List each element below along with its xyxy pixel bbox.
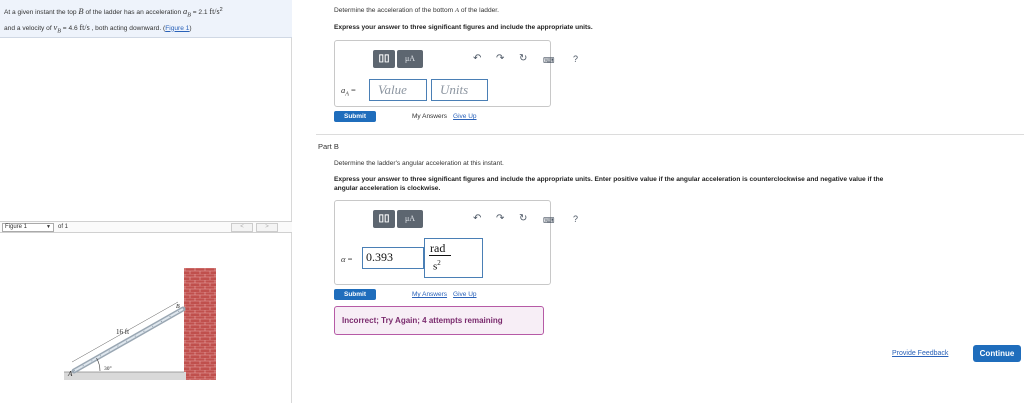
chevron-down-icon: ▼	[46, 224, 51, 230]
problem-line-2: and a velocity of vB = 4.6 ft/s , both a…	[4, 22, 288, 37]
part-b-value-input[interactable]: 0.393	[362, 247, 424, 269]
length-label: 16 ft	[116, 328, 129, 336]
problem-text: )	[189, 24, 192, 32]
part-b-submit-button[interactable]: Submit	[334, 289, 376, 300]
my-answers-link[interactable]: My Answers	[412, 291, 447, 298]
incorrect-feedback-message: Incorrect; Try Again; 4 attempts remaini…	[334, 306, 544, 335]
figure-select-value: Figure 1	[5, 224, 28, 230]
part-b-toolbar: ▯▯ μA ↶ ↷ ↻ ⌨ ?	[373, 210, 585, 230]
templates-icon[interactable]: ▯▯	[373, 50, 395, 68]
part-b-instruction: Determine the ladder's angular accelerat…	[334, 160, 504, 167]
part-a-toolbar: ▯▯ μA ↶ ↷ ↻ ⌨ ?	[373, 50, 585, 70]
instruction-text: of the ladder.	[458, 7, 499, 14]
mu-icon[interactable]: μA	[397, 210, 423, 228]
part-a-variable-label: aA =	[341, 85, 356, 98]
problem-text: and a velocity of	[4, 24, 54, 32]
part-a-value-input[interactable]: Value	[369, 79, 427, 101]
problem-text: , both acting downward. (	[89, 24, 166, 32]
unit-denominator: s2	[433, 256, 441, 274]
redo-icon[interactable]: ↷	[496, 212, 504, 226]
velocity-value: = 4.6	[60, 24, 80, 32]
continue-button[interactable]: Continue	[973, 345, 1021, 362]
unit-numerator: rad	[430, 241, 446, 255]
reset-icon[interactable]: ↻	[519, 212, 527, 226]
keyboard-icon[interactable]: ⌨	[543, 214, 555, 228]
templates-icon[interactable]: ▯▯	[373, 210, 395, 228]
part-b-units-input[interactable]: rad s2	[424, 238, 483, 278]
undo-icon[interactable]: ↶	[473, 212, 481, 226]
problem-text: At a given instant the top	[4, 9, 79, 17]
part-b-format-instruction: Express your answer to three significant…	[334, 176, 884, 183]
help-icon[interactable]: ?	[573, 52, 578, 66]
part-a-format-instruction: Express your answer to three significant…	[334, 24, 593, 31]
give-up-link[interactable]: Give Up	[453, 291, 476, 298]
equals-sign: =	[345, 254, 353, 264]
give-up-link[interactable]: Give Up	[453, 113, 476, 120]
ground	[64, 372, 186, 380]
accel-unit-exponent: 2	[219, 7, 223, 13]
figure-navigation-bar: Figure 1 ▼ of 1 < >	[0, 221, 292, 233]
ladder	[71, 306, 186, 374]
problem-statement: At a given instant the top B of the ladd…	[0, 0, 292, 38]
accel-value: = 2.1	[190, 9, 210, 17]
velocity-unit: ft/s	[79, 22, 90, 32]
point-b-label: B	[176, 304, 180, 310]
my-answers-link[interactable]: My Answers	[412, 113, 447, 120]
part-b-title: Part B	[318, 142, 339, 151]
equals-sign: =	[348, 85, 356, 95]
part-b-answer-box: ▯▯ μA ↶ ↷ ↻ ⌨ ? α = 0.393 rad s2	[334, 200, 578, 285]
part-a-submit-button[interactable]: Submit	[334, 111, 376, 122]
mu-icon[interactable]: μA	[397, 50, 423, 68]
angle-label: 30°	[104, 365, 112, 372]
accel-unit: ft/s	[209, 7, 220, 17]
part-a-units-input[interactable]: Units	[431, 79, 488, 101]
point-a-label: A	[67, 370, 73, 378]
part-b-links: My Answers Give Up	[412, 290, 477, 299]
redo-icon[interactable]: ↷	[496, 52, 504, 66]
figure-count: of 1	[58, 224, 69, 230]
provide-feedback-link[interactable]: Provide Feedback	[892, 349, 948, 358]
part-a-links: My Answers Give Up	[412, 112, 477, 121]
keyboard-icon[interactable]: ⌨	[543, 54, 555, 68]
help-icon[interactable]: ?	[573, 212, 578, 226]
reset-icon[interactable]: ↻	[519, 52, 527, 66]
problem-line-1: At a given instant the top B of the ladd…	[4, 5, 288, 22]
problem-text: of the ladder has an acceleration	[83, 9, 183, 17]
figure-link[interactable]: Figure 1	[165, 25, 189, 32]
part-a-answer-box: ▯▯ μA ↶ ↷ ↻ ⌨ ? aA = Value Units	[334, 40, 578, 107]
undo-icon[interactable]: ↶	[473, 52, 481, 66]
part-b-variable-label: α =	[341, 254, 352, 264]
figure-prev-button[interactable]: <	[231, 223, 253, 232]
figure-select[interactable]: Figure 1 ▼	[2, 223, 54, 232]
part-b-format-instruction-cont: angular acceleration is clockwise.	[334, 185, 441, 192]
figure-next-button[interactable]: >	[256, 223, 278, 232]
ladder-figure: 16 ft 30° A B	[64, 268, 216, 380]
instruction-text: Determine the acceleration of the bottom	[334, 7, 455, 14]
part-a-instruction: Determine the acceleration of the bottom…	[334, 6, 499, 15]
brick-wall	[184, 268, 216, 380]
part-separator	[316, 134, 1024, 135]
left-panel: At a given instant the top B of the ladd…	[0, 0, 292, 403]
unit-denominator-exponent: 2	[437, 259, 441, 267]
